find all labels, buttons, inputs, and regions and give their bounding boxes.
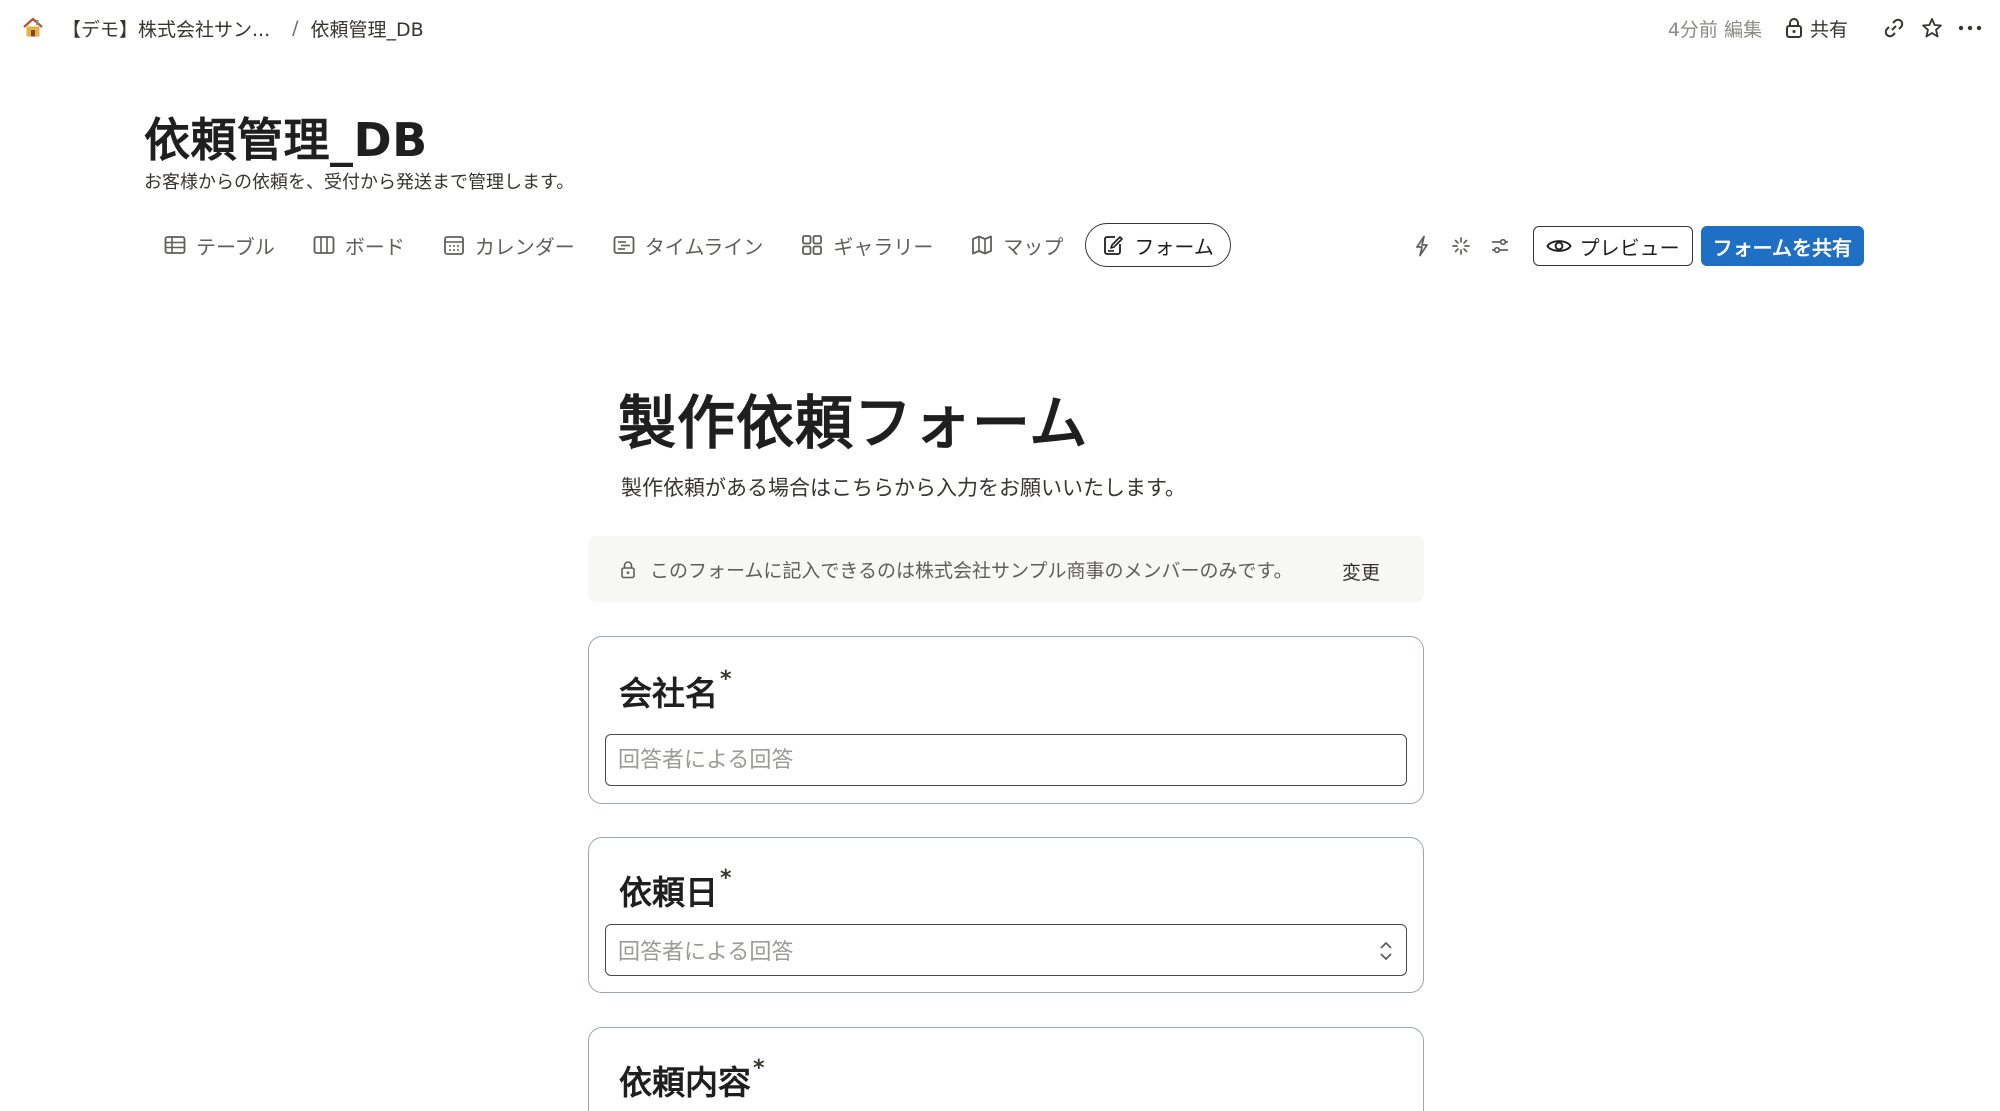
required-marker: * <box>753 1056 765 1081</box>
tab-label: ギャラリー <box>833 234 934 259</box>
timeline-icon <box>613 235 635 255</box>
breadcrumb: 【デモ】株式会社サン... / 依頼管理_DB <box>20 12 424 44</box>
question-label-text: 依頼内容 <box>619 1063 751 1102</box>
last-edited[interactable]: 4分前 編集 <box>1668 15 1762 42</box>
question-card-company[interactable]: 会社名* <box>588 636 1424 804</box>
preview-label: プレビュー <box>1579 235 1680 260</box>
question-label-text: 依頼日 <box>619 873 718 912</box>
breadcrumb-separator: / <box>292 17 299 39</box>
tab-label: マップ <box>1003 234 1064 259</box>
company-name-input[interactable] <box>605 734 1407 786</box>
tab-calendar[interactable]: カレンダー <box>427 223 591 267</box>
sparkle-icon[interactable] <box>1446 231 1476 261</box>
top-actions: 4分前 編集 共有 <box>1668 12 1984 44</box>
tab-timeline[interactable]: タイムライン <box>597 223 780 267</box>
question-label: 会社名* <box>619 667 732 715</box>
form-title[interactable]: 製作依頼フォーム <box>618 376 1088 460</box>
lock-icon <box>1784 17 1804 39</box>
preview-button[interactable]: プレビュー <box>1532 226 1693 266</box>
link-icon[interactable] <box>1880 14 1908 42</box>
top-bar: 【デモ】株式会社サン... / 依頼管理_DB 4分前 編集 共有 <box>0 0 2000 56</box>
notice-text: このフォームに記入できるのは株式会社サンプル商事のメンバーのみです。 <box>650 559 1293 582</box>
eye-icon <box>1546 237 1572 255</box>
map-icon <box>971 234 993 256</box>
question-label-text: 会社名 <box>619 674 718 713</box>
settings-sliders-icon[interactable] <box>1485 231 1515 261</box>
gallery-icon <box>801 234 823 256</box>
chevron-up-down-icon[interactable] <box>1376 939 1396 963</box>
page-description: お客様からの依頼を、受付から発送まで管理します。 <box>144 172 575 193</box>
question-label: 依頼日* <box>619 866 732 914</box>
tab-form[interactable]: フォーム <box>1085 223 1231 267</box>
share-form-button[interactable]: フォームを共有 <box>1700 226 1864 266</box>
question-card-request-details[interactable]: 依頼内容* <box>588 1027 1424 1111</box>
form-description[interactable]: 製作依頼がある場合はこちらから入力をお願いいたします。 <box>621 472 1186 502</box>
access-notice: このフォームに記入できるのは株式会社サンプル商事のメンバーのみです。 変更 <box>588 536 1424 602</box>
tab-label: ボード <box>344 234 405 259</box>
tab-label: タイムライン <box>644 234 764 259</box>
tab-label: フォーム <box>1134 234 1214 259</box>
view-tabs: テーブル ボード カレンダー タイムライン ギャラリー マップ フォーム <box>148 222 1237 268</box>
tab-label: カレンダー <box>474 234 575 259</box>
request-date-input[interactable]: 回答者による回答 <box>605 924 1407 976</box>
required-marker: * <box>720 866 732 891</box>
page-title: 依頼管理_DB <box>144 113 428 167</box>
question-card-request-date[interactable]: 依頼日* 回答者による回答 <box>588 837 1424 993</box>
date-placeholder: 回答者による回答 <box>618 940 794 965</box>
question-label: 依頼内容* <box>619 1056 765 1104</box>
share-label: 共有 <box>1809 18 1848 41</box>
change-button[interactable]: 変更 <box>1342 558 1380 585</box>
breadcrumb-page[interactable]: 依頼管理_DB <box>311 15 424 42</box>
lightning-icon[interactable] <box>1407 231 1437 261</box>
required-marker: * <box>720 667 732 692</box>
star-icon[interactable] <box>1918 14 1946 42</box>
tab-table[interactable]: テーブル <box>148 223 291 267</box>
form-icon <box>1102 234 1124 256</box>
tab-gallery[interactable]: ギャラリー <box>785 223 949 267</box>
tab-label: テーブル <box>196 234 275 259</box>
share-button[interactable]: 共有 <box>1784 15 1848 42</box>
house-icon[interactable] <box>20 15 46 41</box>
more-icon[interactable] <box>1956 14 1984 42</box>
breadcrumb-workspace[interactable]: 【デモ】株式会社サン... <box>62 15 270 42</box>
tab-map[interactable]: マップ <box>955 223 1079 267</box>
calendar-icon <box>443 234 465 256</box>
board-icon <box>313 235 335 255</box>
tab-board[interactable]: ボード <box>297 223 421 267</box>
lock-icon <box>618 559 638 579</box>
table-icon <box>164 235 186 255</box>
view-actions: プレビュー フォームを共有 <box>1398 226 1864 266</box>
